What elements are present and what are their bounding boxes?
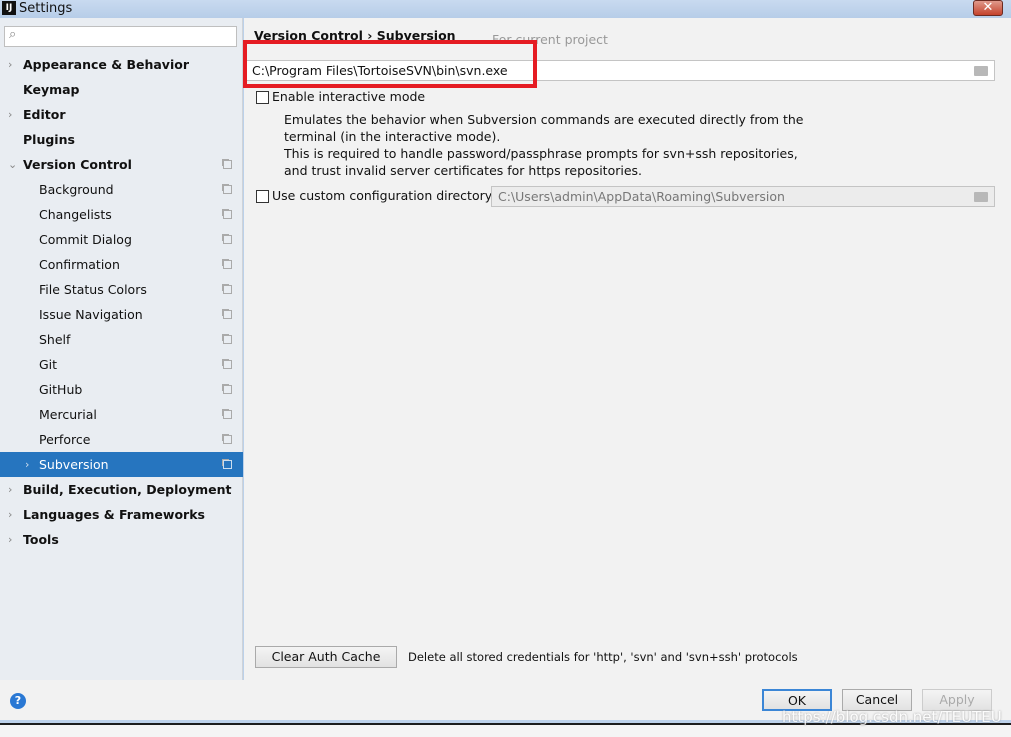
sidebar-item-label: Changelists	[39, 207, 112, 222]
sidebar-item-tools[interactable]: › Tools	[0, 527, 243, 552]
sidebar-item-keymap[interactable]: Keymap	[0, 77, 243, 102]
sidebar-item-confirmation[interactable]: Confirmation	[0, 252, 243, 277]
sidebar-item-build-execution-deployment[interactable]: › Build, Execution, Deployment	[0, 477, 243, 502]
help-button[interactable]: ?	[10, 693, 26, 709]
custom-config-label: Use custom configuration directory:	[272, 188, 496, 203]
custom-config-field[interactable]: C:\Users\admin\AppData\Roaming\Subversio…	[491, 186, 995, 207]
chevron-right-icon[interactable]: ›	[8, 52, 12, 77]
chevron-right-icon[interactable]: ›	[8, 102, 12, 127]
sidebar-item-languages-frameworks[interactable]: › Languages & Frameworks	[0, 502, 243, 527]
watermark: https://blog.csdn.net/TEUTEU	[782, 708, 1002, 726]
project-settings-icon	[223, 385, 232, 394]
sidebar-item-editor[interactable]: › Editor	[0, 102, 243, 127]
folder-icon[interactable]	[974, 66, 988, 76]
sidebar-item-appearance-behavior[interactable]: › Appearance & Behavior	[0, 52, 243, 77]
project-settings-icon	[223, 335, 232, 344]
settings-sidebar: ⌕ › Appearance & Behavior Keymap › Editor Plu…	[0, 18, 243, 680]
subversion-settings-panel: Version Control › Subversion For current…	[244, 18, 1011, 680]
project-settings-icon	[223, 360, 232, 369]
description-line: This is required to handle password/pass…	[284, 146, 798, 161]
sidebar-item-label: Plugins	[23, 132, 75, 147]
sidebar-item-label: Keymap	[23, 82, 80, 97]
title-bar: IJ Settings ✕	[0, 0, 1011, 18]
sidebar-item-plugins[interactable]: Plugins	[0, 127, 243, 152]
sidebar-item-label: Shelf	[39, 332, 71, 347]
custom-config-value: C:\Users\admin\AppData\Roaming\Subversio…	[498, 189, 785, 204]
sidebar-item-background[interactable]: Background	[0, 177, 243, 202]
sidebar-item-git[interactable]: Git	[0, 352, 243, 377]
interactive-mode-checkbox[interactable]	[256, 91, 269, 104]
sidebar-item-issue-navigation[interactable]: Issue Navigation	[0, 302, 243, 327]
custom-config-checkbox[interactable]	[256, 190, 269, 203]
sidebar-item-shelf[interactable]: Shelf	[0, 327, 243, 352]
project-settings-icon	[223, 435, 232, 444]
folder-icon[interactable]	[974, 192, 988, 202]
sidebar-item-label: Issue Navigation	[39, 307, 143, 322]
sidebar-item-file-status-colors[interactable]: File Status Colors	[0, 277, 243, 302]
sidebar-item-label: Confirmation	[39, 257, 120, 272]
clear-auth-cache-button[interactable]: Clear Auth Cache	[255, 646, 397, 668]
intellij-logo-icon: IJ	[2, 1, 16, 15]
description-line: terminal (in the interactive mode).	[284, 129, 501, 144]
clear-auth-description: Delete all stored credentials for 'http'…	[408, 650, 798, 664]
sidebar-item-label: Git	[39, 357, 58, 372]
sidebar-item-perforce[interactable]: Perforce	[0, 427, 243, 452]
chevron-down-icon[interactable]: ⌄	[8, 152, 17, 177]
sidebar-item-label: Mercurial	[39, 407, 97, 422]
project-settings-icon	[223, 185, 232, 194]
interactive-mode-label: Enable interactive mode	[272, 89, 426, 104]
sidebar-item-label: Tools	[23, 532, 59, 547]
sidebar-item-label: Build, Execution, Deployment	[23, 482, 232, 497]
highlight-annotation	[243, 40, 537, 88]
sidebar-item-github[interactable]: GitHub	[0, 377, 243, 402]
sidebar-item-mercurial[interactable]: Mercurial	[0, 402, 243, 427]
sidebar-item-label: Languages & Frameworks	[23, 507, 205, 522]
project-settings-icon	[223, 460, 232, 469]
sidebar-item-label: Version Control	[23, 157, 132, 172]
close-button[interactable]: ✕	[973, 0, 1003, 16]
sidebar-item-label: File Status Colors	[39, 282, 147, 297]
description-line: and trust invalid server certificates fo…	[284, 163, 643, 178]
chevron-right-icon[interactable]: ›	[8, 477, 12, 502]
sidebar-item-label: Editor	[23, 107, 66, 122]
search-input[interactable]: ⌕	[4, 26, 237, 47]
project-settings-icon	[223, 310, 232, 319]
project-settings-icon	[223, 210, 232, 219]
chevron-right-icon[interactable]: ›	[25, 452, 29, 477]
window-title: Settings	[19, 1, 73, 16]
sidebar-item-changelists[interactable]: Changelists	[0, 202, 243, 227]
sidebar-item-version-control[interactable]: ⌄ Version Control	[0, 152, 243, 177]
sidebar-item-label: Background	[39, 182, 114, 197]
sidebar-item-label: Commit Dialog	[39, 232, 132, 247]
sidebar-item-label: Perforce	[39, 432, 91, 447]
project-settings-icon	[223, 160, 232, 169]
search-icon: ⌕	[9, 27, 17, 42]
description-line: Emulates the behavior when Subversion co…	[284, 112, 804, 127]
project-settings-icon	[223, 285, 232, 294]
sidebar-item-label: Subversion	[39, 457, 109, 472]
sidebar-item-subversion[interactable]: › Subversion	[0, 452, 243, 477]
project-settings-icon	[223, 260, 232, 269]
project-settings-icon	[223, 410, 232, 419]
sidebar-item-label: GitHub	[39, 382, 83, 397]
sidebar-item-label: Appearance & Behavior	[23, 57, 189, 72]
project-settings-icon	[223, 235, 232, 244]
sidebar-item-commit-dialog[interactable]: Commit Dialog	[0, 227, 243, 252]
chevron-right-icon[interactable]: ›	[8, 502, 12, 527]
chevron-right-icon[interactable]: ›	[8, 527, 12, 552]
